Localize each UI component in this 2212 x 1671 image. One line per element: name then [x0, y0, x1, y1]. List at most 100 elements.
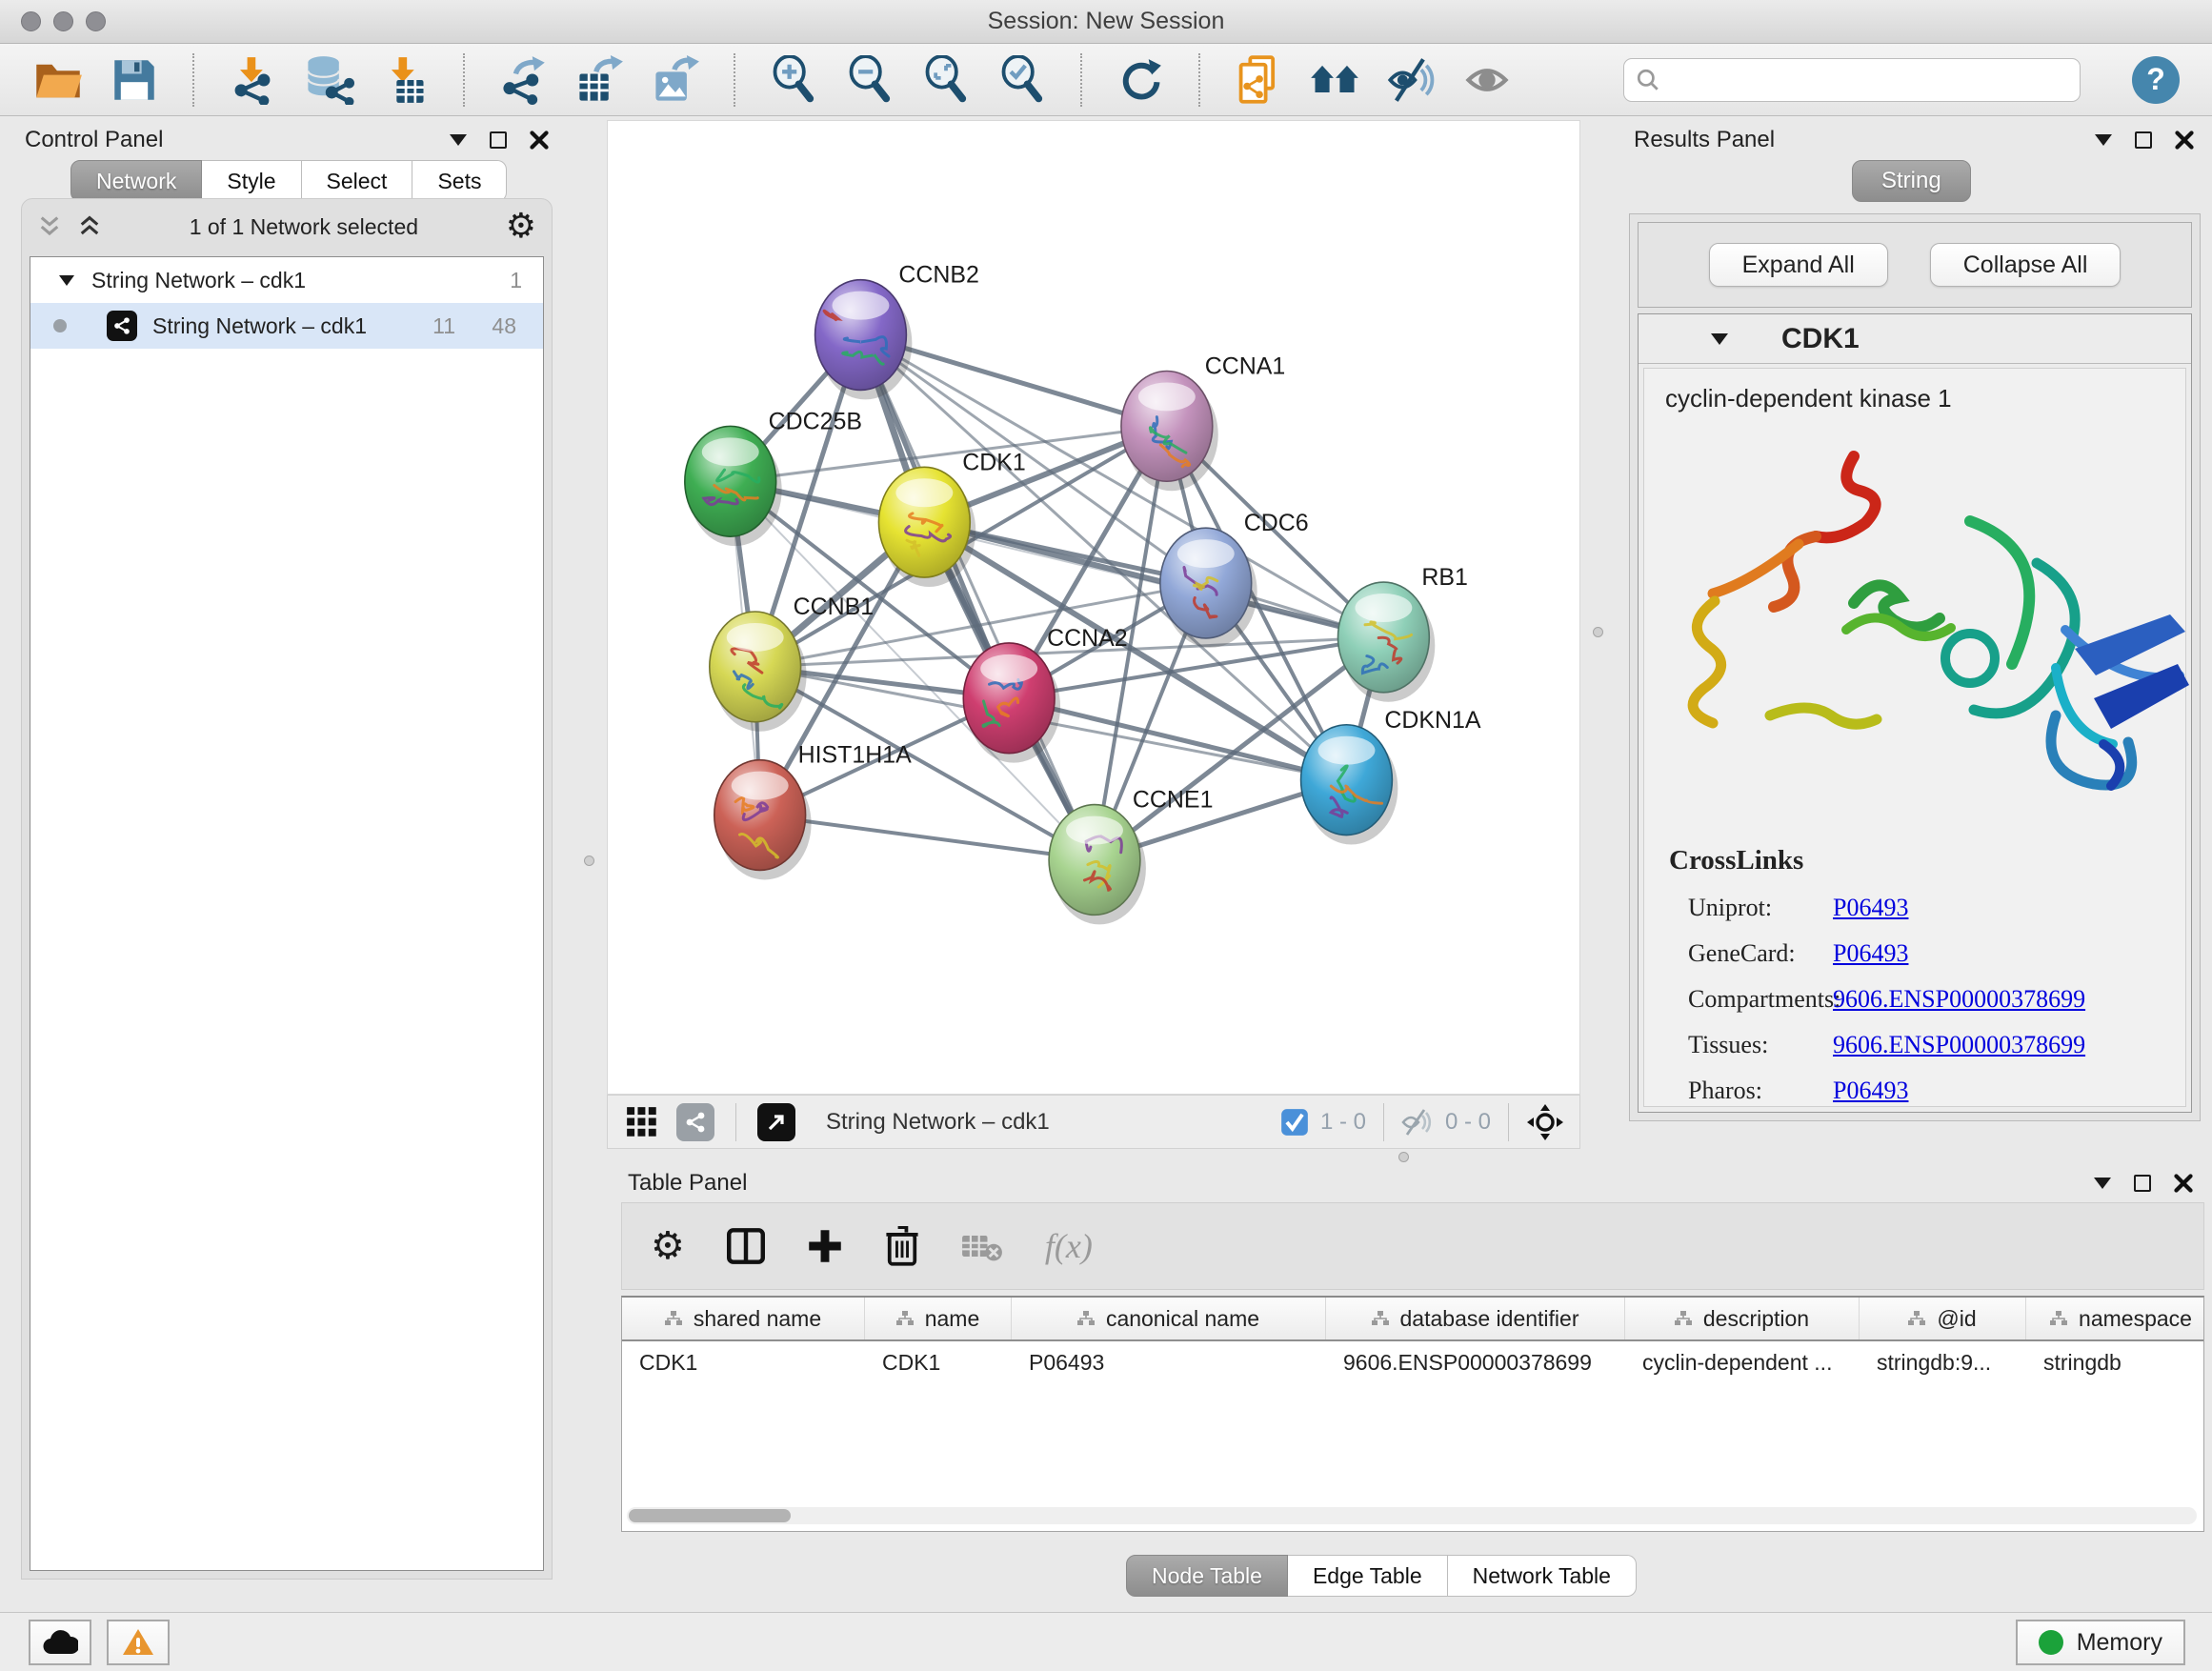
add-column-icon[interactable] [807, 1228, 843, 1264]
entry-expand-caret-icon[interactable] [1711, 333, 1728, 345]
zoom-selected-button[interactable] [996, 54, 1048, 106]
collapse-panel-icon[interactable] [450, 134, 467, 146]
expand-all-button[interactable]: Expand All [1709, 243, 1888, 287]
network-node-RB1[interactable] [1337, 582, 1435, 702]
column-header-databaseidentifier[interactable]: database identifier [1326, 1298, 1625, 1339]
network-canvas[interactable]: CCNB2CCNA1CDC25BCDK1CDC6RB1CCNB1CCNA2CDK… [607, 120, 1580, 1095]
zoom-selected-icon [999, 55, 1045, 105]
float-panel-icon[interactable] [2135, 131, 2152, 149]
import-network-button[interactable] [227, 54, 278, 106]
close-panel-icon[interactable] [2174, 1174, 2193, 1193]
gene-entry-section: CDK1 cyclin-dependent kinase 1 [1638, 313, 2192, 1113]
save-session-button[interactable] [109, 54, 160, 106]
column-header-canonicalname[interactable]: canonical name [1012, 1298, 1326, 1339]
network-edge[interactable] [860, 335, 1095, 860]
network-node-CDC6[interactable] [1160, 528, 1257, 648]
open-session-button[interactable] [32, 54, 84, 106]
network-manager-panel: 1 of 1 Network selected ⚙ String Network… [21, 198, 553, 1580]
network-status-dot [53, 319, 67, 332]
close-panel-icon[interactable] [530, 131, 549, 150]
tab-select[interactable]: Select [302, 160, 413, 202]
gene-entry-header[interactable]: CDK1 [1639, 314, 2191, 364]
network-node-CDC25B[interactable] [685, 426, 782, 546]
table-row[interactable]: CDK1CDK1P064939606.ENSP00000378699cyclin… [622, 1341, 2203, 1383]
first-neighbors-button[interactable] [1309, 54, 1360, 106]
network-node-CCNB2[interactable] [815, 280, 913, 400]
network-options-gear-icon[interactable]: ⚙ [506, 210, 536, 244]
clone-network-button[interactable] [1233, 54, 1284, 106]
tab-node-table[interactable]: Node Table [1126, 1555, 1288, 1597]
collection-count: 1 [510, 268, 522, 293]
float-panel-icon[interactable] [490, 131, 507, 149]
network-node-CDKN1A[interactable] [1301, 725, 1398, 845]
collapse-panel-icon[interactable] [2094, 1178, 2111, 1189]
birds-eye-toggle-icon[interactable] [1526, 1103, 1564, 1141]
help-button[interactable]: ? [2132, 56, 2180, 104]
left-splitter-grip[interactable] [584, 856, 594, 866]
network-node-CCNB1[interactable] [710, 612, 807, 732]
column-header-id[interactable]: @id [1860, 1298, 2026, 1339]
zoom-out-button[interactable] [844, 54, 895, 106]
export-table-button[interactable] [573, 54, 625, 106]
control-panel-title: Control Panel [25, 127, 163, 153]
network-node-CCNA2[interactable] [963, 643, 1060, 763]
scrollbar-thumb[interactable] [629, 1509, 791, 1522]
warnings-button[interactable] [107, 1620, 170, 1665]
tab-sets[interactable]: Sets [412, 160, 507, 202]
expand-all-icon[interactable] [77, 214, 102, 239]
crosslink-link[interactable]: 9606.ENSP00000378699 [1833, 1031, 2085, 1059]
cloud-status-button[interactable] [29, 1620, 91, 1665]
zoom-fit-button[interactable] [920, 54, 972, 106]
warning-icon [122, 1628, 154, 1657]
search-input[interactable] [1670, 67, 2068, 93]
toolbar-search [1623, 58, 2081, 102]
tab-network-table[interactable]: Network Table [1448, 1555, 1637, 1597]
crosslink-link[interactable]: P06493 [1833, 939, 1908, 968]
network-node-CCNA1[interactable] [1121, 371, 1218, 491]
network-tree: String Network – cdk1 1 String Network –… [30, 256, 544, 1571]
crosslink-label: Uniprot: [1644, 894, 1833, 922]
table-options-gear-icon[interactable]: ⚙ [651, 1224, 685, 1268]
show-all-button[interactable] [1461, 54, 1513, 106]
import-table-button[interactable] [379, 54, 431, 106]
collapse-panel-icon[interactable] [2095, 134, 2112, 146]
column-header-name[interactable]: name [865, 1298, 1012, 1339]
column-header-sharedname[interactable]: shared name [622, 1298, 865, 1339]
crosslinks-title: CrossLinks [1644, 845, 2185, 876]
crosslink-row: Compartments:9606.ENSP00000378699 [1644, 985, 2185, 1014]
crosslink-link[interactable]: 9606.ENSP00000378699 [1833, 985, 2085, 1014]
tab-string[interactable]: String [1852, 160, 1971, 202]
bottom-splitter-grip[interactable] [1398, 1152, 1409, 1162]
show-columns-icon[interactable] [727, 1227, 765, 1265]
crosslink-link[interactable]: P06493 [1833, 894, 1908, 922]
close-panel-icon[interactable] [2175, 131, 2194, 150]
crosslink-link[interactable]: P06493 [1833, 1077, 1908, 1105]
tab-network[interactable]: Network [70, 160, 202, 202]
right-splitter-grip[interactable] [1593, 627, 1603, 637]
tree-expand-caret-icon[interactable] [59, 275, 74, 286]
selected-nodes-checkbox-icon[interactable] [1280, 1108, 1309, 1137]
column-header-namespace[interactable]: namespace [2026, 1298, 2204, 1339]
grid-view-button[interactable] [623, 1103, 661, 1141]
network-node-CDK1[interactable] [878, 467, 975, 587]
detach-view-button[interactable] [757, 1103, 795, 1141]
network-node-CCNE1[interactable] [1049, 805, 1146, 925]
export-network-button[interactable] [497, 54, 549, 106]
refresh-button[interactable] [1115, 54, 1166, 106]
gene-description: cyclin-dependent kinase 1 [1644, 369, 2185, 413]
network-collection-row[interactable]: String Network – cdk1 1 [30, 257, 543, 303]
collapse-all-button[interactable]: Collapse All [1930, 243, 2122, 287]
delete-column-icon[interactable] [885, 1226, 919, 1266]
column-header-description[interactable]: description [1625, 1298, 1860, 1339]
memory-button[interactable]: Memory [2016, 1620, 2185, 1665]
network-node-HIST1H1A[interactable] [714, 760, 812, 880]
network-row-selected[interactable]: String Network – cdk1 11 48 [30, 303, 543, 349]
import-network-from-database-button[interactable] [303, 54, 354, 106]
hide-selected-button[interactable] [1385, 54, 1437, 106]
float-panel-icon[interactable] [2134, 1175, 2151, 1192]
export-image-button[interactable] [650, 54, 701, 106]
collapse-all-icon[interactable] [37, 214, 62, 239]
zoom-in-button[interactable] [768, 54, 819, 106]
tab-style[interactable]: Style [202, 160, 301, 202]
tab-edge-table[interactable]: Edge Table [1288, 1555, 1448, 1597]
